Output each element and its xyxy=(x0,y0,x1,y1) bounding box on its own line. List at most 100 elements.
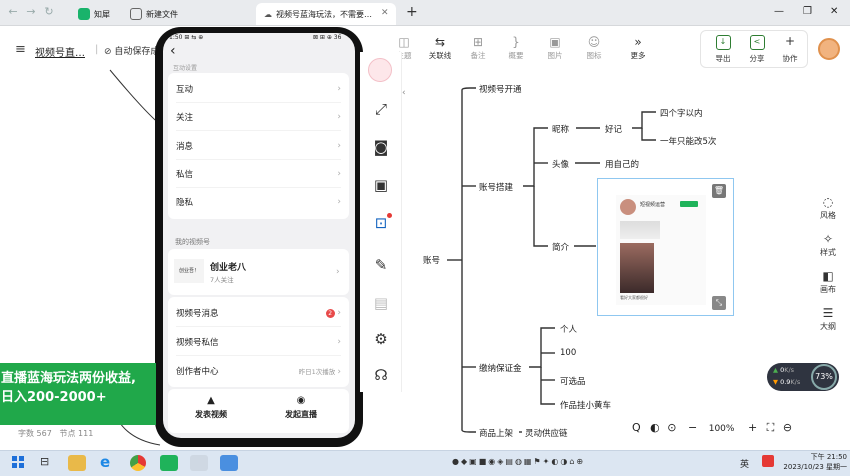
panel-style[interactable]: ◌ 风格 xyxy=(813,195,843,221)
panel-format[interactable]: ✧ 样式 xyxy=(813,232,843,258)
node-branch[interactable]: 账号搭建 xyxy=(479,181,513,193)
phone-screen: 1:50 ⊞ ⇆ ⊕ ⊠ ⊞ ⊕ 36 ‹ 互动设置 互动 › 关注 › 消息 › 私… xyxy=(163,33,355,438)
clock-time: 下午 21:50 xyxy=(810,453,847,461)
locate-icon[interactable]: ⊙ xyxy=(667,421,676,434)
row-label: 视频号消息 xyxy=(176,308,219,319)
node-root[interactable]: 账号 xyxy=(423,254,440,266)
node-branch[interactable]: 商品上架 xyxy=(479,427,513,439)
sparkle-icon: ✧ xyxy=(822,232,834,246)
node-avatar-tip[interactable]: 用自己的 xyxy=(605,158,639,170)
my-channel-label: 我的视频号 xyxy=(175,238,210,246)
promo-banner: 直播蓝海玩法两份收益, 日入200-2000+ xyxy=(0,363,156,425)
input-language[interactable]: 英 xyxy=(740,457,749,470)
panel-canvas[interactable]: ◧ 画布 xyxy=(813,269,843,295)
theme-toggle-icon[interactable]: ◐ xyxy=(650,421,660,434)
image-node[interactable]: 🗑 ⤡ 短视频运营 看好大家都很好 xyxy=(597,178,734,316)
zoom-level: 100% xyxy=(708,424,735,434)
more-options-icon[interactable]: ⊖ xyxy=(783,421,792,434)
app-blue-icon[interactable] xyxy=(220,455,238,471)
app-tool-icon[interactable] xyxy=(190,455,208,471)
node-intro[interactable]: 简介 xyxy=(552,241,569,253)
node-deposit-item[interactable]: 个人 xyxy=(560,323,577,335)
node-nick-a[interactable]: 四个字以内 xyxy=(660,107,703,119)
ie-browser-icon[interactable]: e xyxy=(100,453,110,471)
record-dot xyxy=(387,213,392,218)
action-card: ▲ 发表视频 ◉ 发起直播 xyxy=(168,389,349,433)
camera-icon: ▲ xyxy=(207,395,215,406)
headset-icon[interactable]: ☊ xyxy=(368,366,394,388)
settings-row-messages[interactable]: 消息 › xyxy=(176,132,341,160)
node-avatar[interactable]: 头像 xyxy=(552,158,569,170)
screenshot-thumbnail: 短视频运营 看好大家都很好 xyxy=(616,195,706,305)
node-nickname-tip[interactable]: 好记 xyxy=(605,123,622,135)
chevron-right-icon: › xyxy=(337,197,341,207)
fit-screen-icon[interactable]: ⛶ xyxy=(767,421,775,434)
outline-icon: ☰ xyxy=(822,306,834,320)
node-listing[interactable]: 灵动供应链 xyxy=(525,427,568,439)
row-creator-center[interactable]: 创作者中心 昨日1次播放 › xyxy=(176,357,341,385)
row-channel-dm[interactable]: 视频号私信 › xyxy=(176,328,341,356)
settings-gear-icon[interactable]: ⚙ xyxy=(368,330,394,352)
post-video-button[interactable]: ▲ 发表视频 xyxy=(186,395,236,420)
settings-row-dm[interactable]: 私信 › xyxy=(176,160,341,188)
input-method-icon[interactable] xyxy=(762,455,774,467)
node-branch[interactable]: 缴纳保证金 xyxy=(479,362,522,374)
video-camera-icon[interactable]: ▣ xyxy=(368,176,394,198)
zoom-out-button[interactable]: − xyxy=(688,421,697,434)
keyboard-icon[interactable]: ▤ xyxy=(368,294,394,316)
channel-followers: 7人关注 xyxy=(210,276,234,284)
app-green-icon[interactable] xyxy=(160,455,178,471)
node-deposit-item[interactable]: 100 xyxy=(560,348,576,358)
download-value: 0.9 xyxy=(780,378,791,386)
unit-label: K/s xyxy=(790,378,801,386)
thumb-text-lines xyxy=(620,221,660,239)
task-view-icon[interactable]: ⊟ xyxy=(40,455,49,468)
chrome-icon[interactable] xyxy=(130,455,146,471)
row-channel-messages[interactable]: 视频号消息 2 › xyxy=(176,299,341,327)
panel-label: 风格 xyxy=(820,211,836,220)
file-explorer-icon[interactable] xyxy=(68,455,86,471)
system-tray-icons[interactable]: ●◆▣■◉◈▤◍▦⚑✦◐◑⌂⊕ xyxy=(452,457,585,466)
resize-arrows-icon[interactable]: ⤢ xyxy=(368,100,394,122)
panel-label: 画布 xyxy=(820,285,836,294)
channel-name: 创业老八 xyxy=(210,263,247,273)
pen-icon[interactable]: ✎ xyxy=(368,256,394,278)
panel-label: 大纲 xyxy=(820,322,836,331)
chevron-right-icon: › xyxy=(337,168,341,179)
node-nickname[interactable]: 昵称 xyxy=(552,123,569,135)
node-branch[interactable]: 视频号开通 xyxy=(479,83,522,95)
doc-stats: 字数 567 节点 111 xyxy=(18,428,93,439)
download-speed: ▼ 0.9K/s xyxy=(773,378,800,386)
search-icon[interactable]: Q xyxy=(632,421,641,434)
resize-icon[interactable]: ⤡ xyxy=(712,296,726,310)
memory-percent: 73% xyxy=(811,364,837,390)
back-chevron-icon[interactable]: ‹ xyxy=(170,43,176,59)
settings-row-follow[interactable]: 关注 › xyxy=(176,103,341,131)
upload-speed: ▲ 0K/s xyxy=(773,366,794,374)
camera-icon[interactable]: ◙ xyxy=(368,138,394,160)
windows-start-icon[interactable] xyxy=(12,456,24,468)
thumb-video-cover xyxy=(620,243,654,293)
channel-logo: 创业吾！ xyxy=(174,259,204,283)
panel-outline[interactable]: ☰ 大纲 xyxy=(813,306,843,332)
collapse-chevron-icon[interactable]: ‹ xyxy=(402,88,406,98)
node-deposit-item[interactable]: 可选品 xyxy=(560,375,586,387)
start-live-button[interactable]: ◉ 发起直播 xyxy=(276,395,326,420)
follow-badge xyxy=(680,201,698,207)
settings-row-privacy[interactable]: 隐私 › xyxy=(176,188,341,216)
account-card[interactable]: 创业吾！ 创业老八 7人关注 › xyxy=(168,249,349,295)
taskbar-clock[interactable]: 下午 21:50 2023/10/23 星期一 xyxy=(779,452,847,472)
mascot-icon[interactable] xyxy=(368,58,392,82)
clock-date: 2023/10/23 星期一 xyxy=(783,463,847,471)
node-nick-b[interactable]: 一年只能改5次 xyxy=(660,135,716,147)
zoom-in-button[interactable]: + xyxy=(748,421,757,434)
nodes-label: 节点 xyxy=(59,429,76,438)
node-deposit-item[interactable]: 作品挂小黄车 xyxy=(560,399,611,411)
trash-icon[interactable]: 🗑 xyxy=(712,184,726,198)
thumb-caption: 短视频运营 xyxy=(640,202,666,208)
settings-row-interact[interactable]: 互动 › xyxy=(176,75,341,103)
zoom-controls: Q ◐ ⊙ − 100% + ⛶ ⊖ xyxy=(632,421,792,435)
row-label: 隐私 xyxy=(176,198,194,208)
canvas-icon: ◧ xyxy=(822,269,834,283)
network-widget[interactable]: ▲ 0K/s ▼ 0.9K/s 73% xyxy=(767,363,839,391)
